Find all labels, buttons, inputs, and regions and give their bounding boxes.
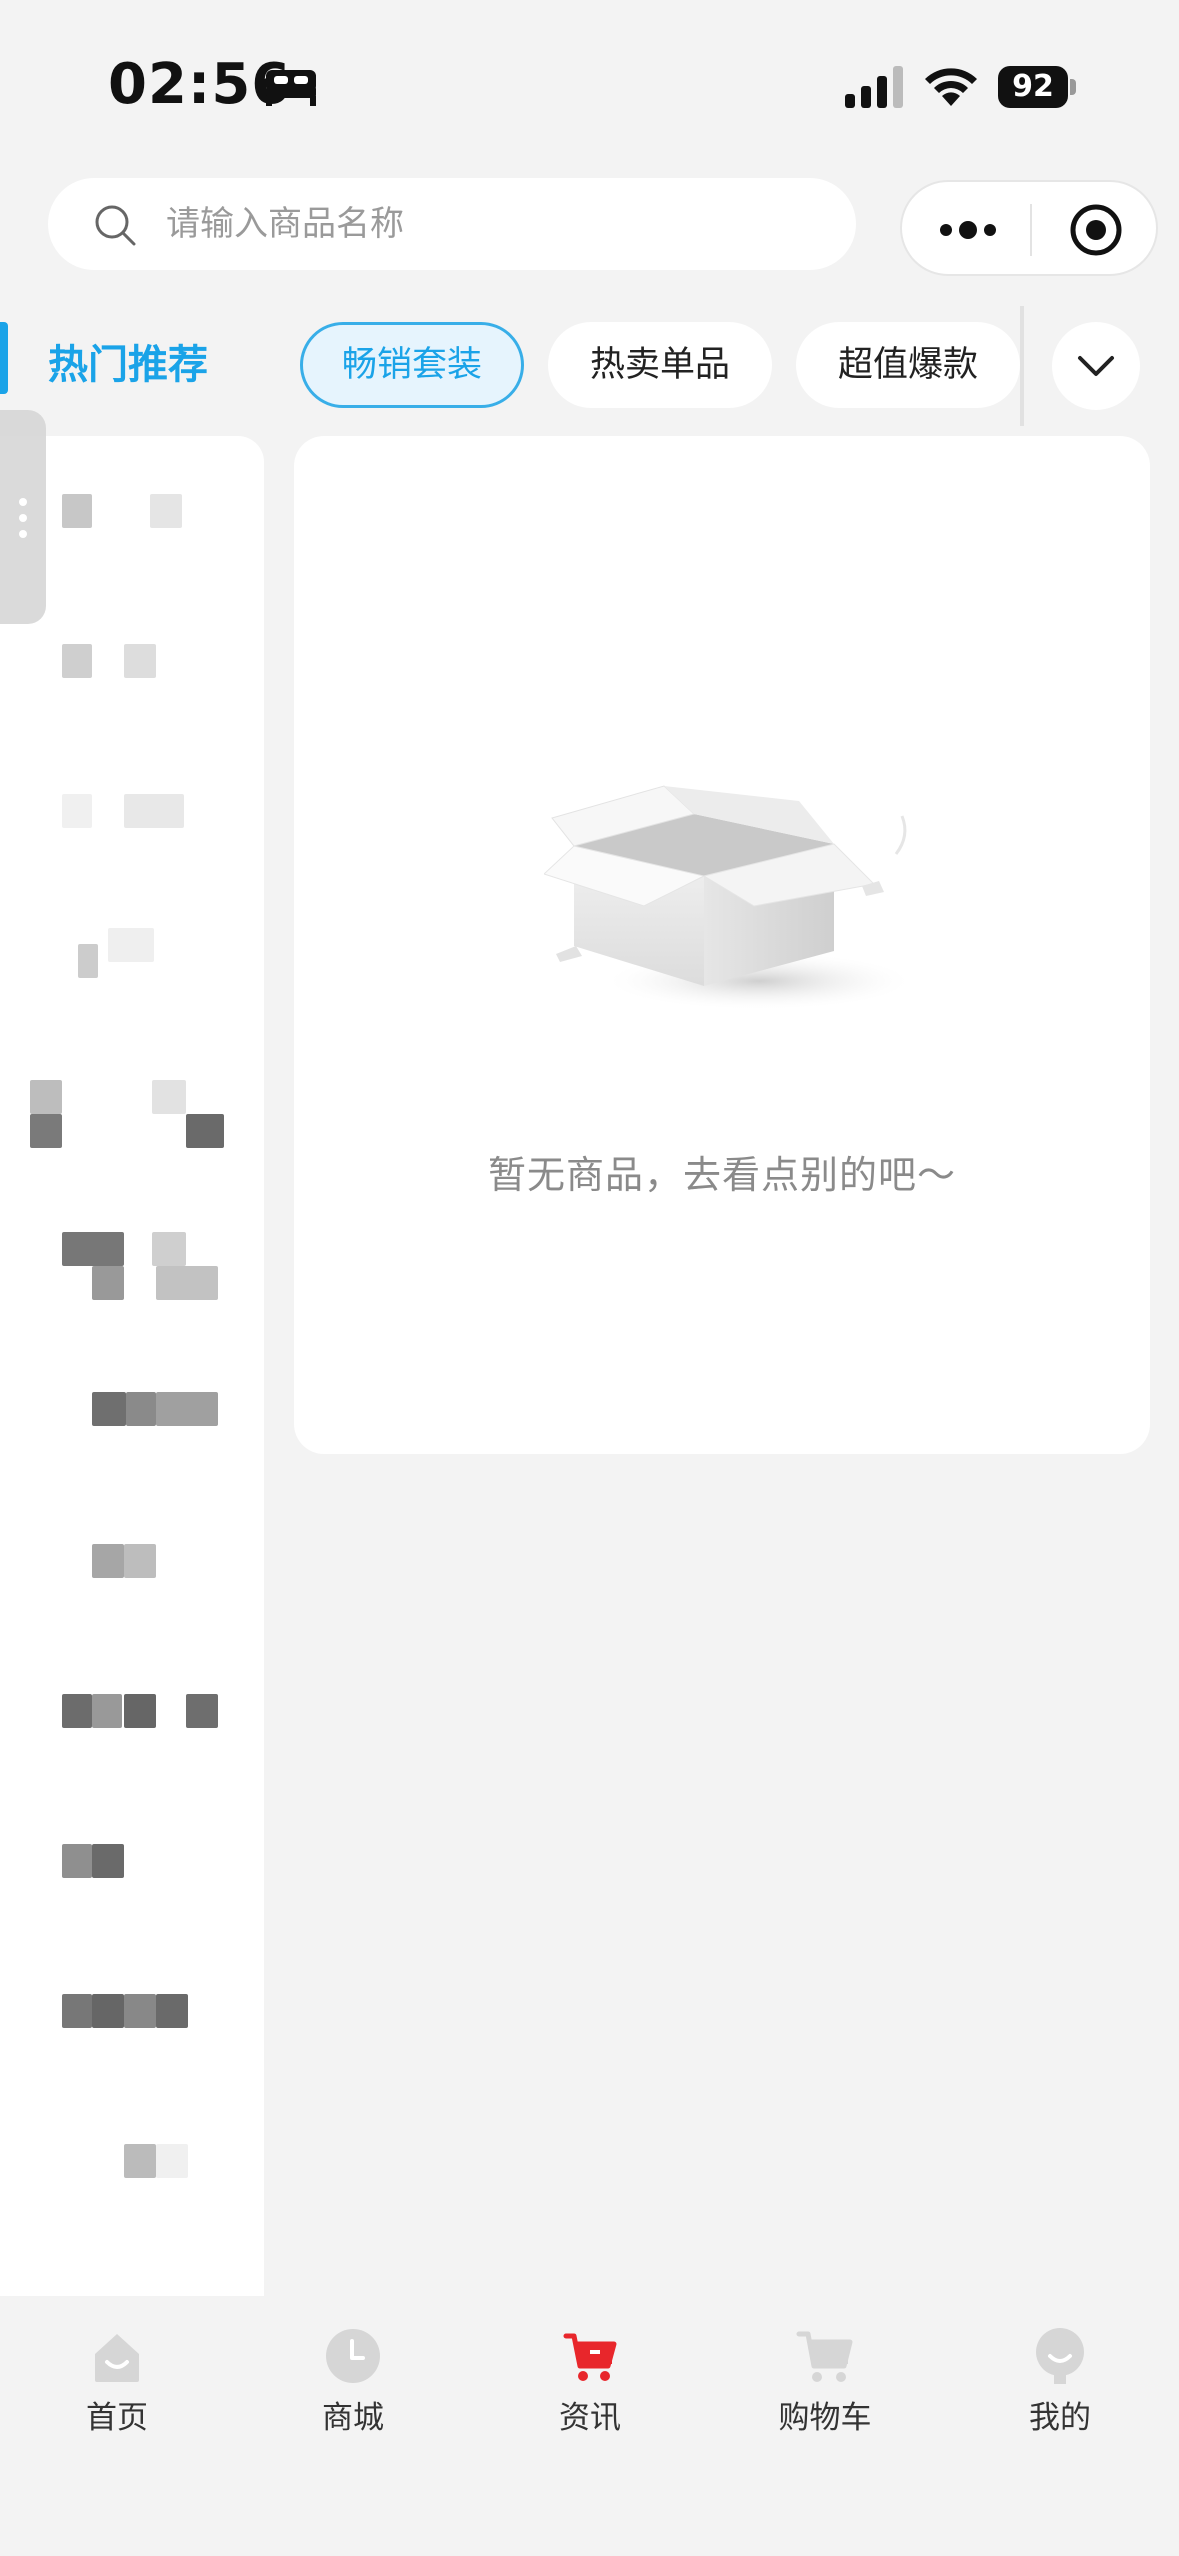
mini-program-capsule bbox=[900, 180, 1158, 276]
sleep-focus-icon bbox=[266, 70, 316, 106]
expand-chips-button[interactable] bbox=[1052, 322, 1140, 410]
category-item[interactable] bbox=[0, 886, 264, 1036]
close-miniprogram-icon[interactable] bbox=[1068, 202, 1124, 258]
category-item[interactable] bbox=[0, 1786, 264, 1936]
search-box[interactable] bbox=[48, 178, 856, 270]
chip-divider bbox=[1020, 306, 1024, 426]
category-item[interactable] bbox=[0, 1336, 264, 1486]
wifi-icon bbox=[925, 68, 977, 106]
bottom-tab-bar: 首页 商城 资讯 购物车 我的 bbox=[0, 2296, 1179, 2556]
chip-value-deals[interactable]: 超值爆款 bbox=[796, 322, 1020, 408]
floating-side-handle[interactable] bbox=[0, 410, 46, 624]
category-item[interactable] bbox=[0, 736, 264, 886]
battery-tip bbox=[1070, 79, 1076, 95]
chevron-down-icon bbox=[1078, 356, 1114, 376]
search-icon bbox=[95, 205, 136, 246]
clock-icon bbox=[326, 2329, 380, 2383]
category-item[interactable] bbox=[0, 1186, 264, 1336]
cellular-signal-icon bbox=[845, 66, 903, 108]
tab-shopping-cart[interactable]: 购物车 bbox=[735, 2326, 915, 2446]
empty-box-illustration bbox=[544, 785, 909, 1009]
tab-home[interactable]: 首页 bbox=[27, 2326, 207, 2446]
category-item[interactable] bbox=[0, 2086, 264, 2236]
tab-home-label: 首页 bbox=[86, 2400, 148, 2436]
category-list bbox=[0, 436, 264, 2296]
more-options-icon[interactable] bbox=[936, 212, 1000, 248]
tab-profile-label: 我的 bbox=[1029, 2400, 1091, 2436]
chip-bestselling-sets[interactable]: 畅销套装 bbox=[300, 322, 524, 408]
battery-indicator: 92 bbox=[998, 66, 1076, 108]
category-item[interactable] bbox=[0, 1036, 264, 1186]
shopping-cart-icon bbox=[796, 2331, 853, 2382]
product-panel: 暂无商品，去看点别的吧～ bbox=[294, 436, 1150, 1454]
profile-icon bbox=[1036, 2328, 1084, 2384]
cart-icon bbox=[563, 2333, 617, 2381]
home-icon bbox=[95, 2334, 139, 2382]
tab-profile[interactable]: 我的 bbox=[970, 2326, 1150, 2446]
chip-hot-singles[interactable]: 热卖单品 bbox=[548, 322, 772, 408]
category-item[interactable] bbox=[0, 1636, 264, 1786]
tab-shopping-cart-label: 购物车 bbox=[778, 2400, 872, 2436]
category-item[interactable] bbox=[0, 1936, 264, 2086]
tab-news[interactable]: 资讯 bbox=[500, 2326, 680, 2446]
status-bar: 02:56 92 bbox=[0, 0, 1179, 170]
category-item[interactable] bbox=[0, 1486, 264, 1636]
empty-state-message: 暂无商品，去看点别的吧～ bbox=[487, 1153, 956, 1197]
category-title[interactable]: 热门推荐 bbox=[48, 332, 208, 390]
tab-mall-label: 商城 bbox=[322, 2400, 384, 2436]
battery-level: 92 bbox=[998, 66, 1068, 108]
tab-news-label: 资讯 bbox=[559, 2400, 621, 2436]
category-active-indicator bbox=[0, 322, 8, 394]
search-input[interactable] bbox=[166, 178, 826, 270]
tab-mall[interactable]: 商城 bbox=[263, 2326, 443, 2446]
capsule-divider bbox=[1030, 204, 1032, 256]
